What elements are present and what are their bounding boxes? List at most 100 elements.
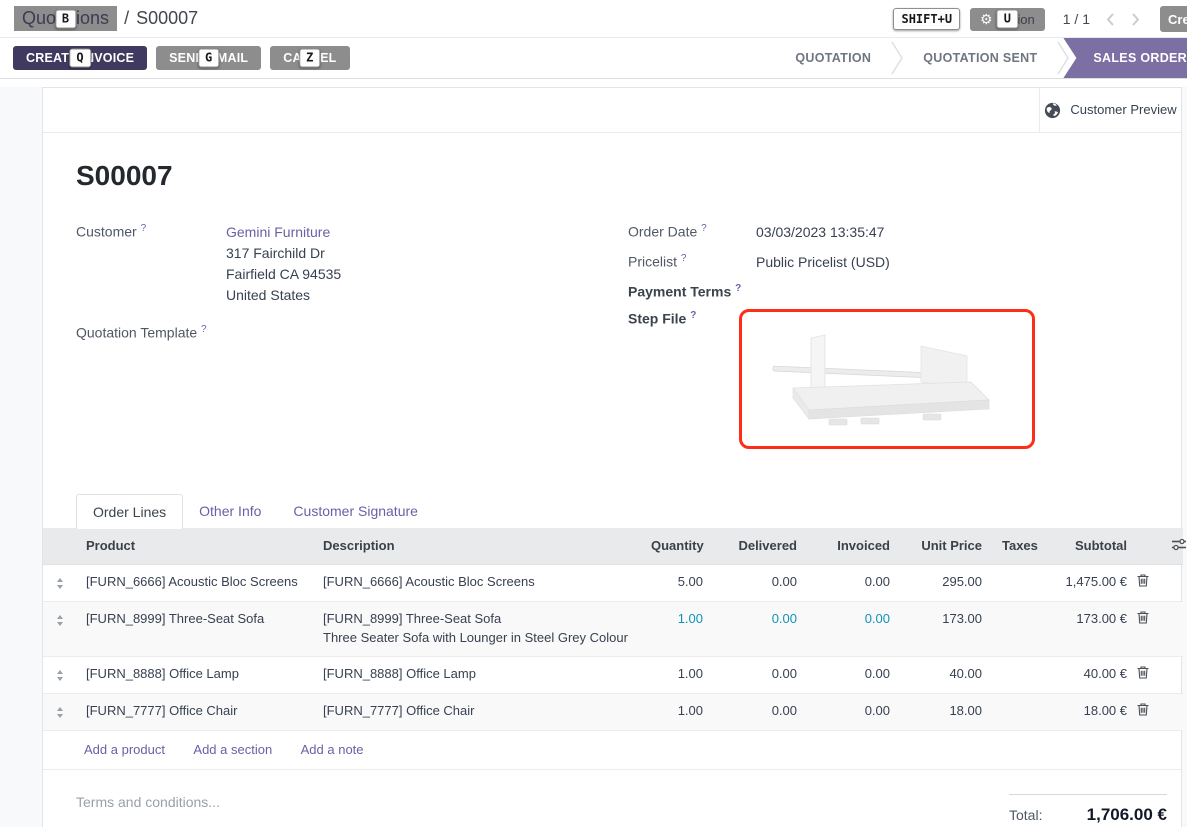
cell-product[interactable]: [FURN_8999] Three-Seat Sofa — [76, 601, 313, 656]
table-header-row: Product Description Quantity Delivered I… — [43, 528, 1183, 565]
cell-description[interactable]: [FURN_8999] Three-Seat Sofa Three Seater… — [313, 601, 641, 656]
help-icon: ? — [701, 223, 707, 234]
cell-product[interactable]: [FURN_6666] Acoustic Bloc Screens — [76, 564, 313, 601]
drag-handle-icon[interactable] — [43, 693, 76, 730]
button-box: Customer Preview — [43, 88, 1181, 133]
cell-invoiced[interactable]: 0.00 — [807, 601, 900, 656]
cancel-button[interactable]: CANCEL Z — [270, 46, 349, 70]
cell-description[interactable]: [FURN_7777] Office Chair — [313, 693, 641, 730]
cell-delivered[interactable]: 0.00 — [713, 601, 807, 656]
order-line-row[interactable]: [FURN_7777] Office Chair [FURN_7777] Off… — [43, 693, 1183, 730]
column-header-taxes[interactable]: Taxes — [992, 528, 1047, 565]
delete-line-button[interactable] — [1137, 693, 1161, 730]
status-step-quotation[interactable]: QUOTATION — [777, 38, 889, 78]
cell-taxes[interactable] — [992, 564, 1047, 601]
add-section-link[interactable]: Add a section — [193, 742, 272, 757]
drag-handle-icon[interactable] — [43, 601, 76, 656]
tab-customer-signature[interactable]: Customer Signature — [277, 494, 434, 528]
customer-field-row: Customer ? Gemini Furniture 317 Fairchil… — [76, 222, 628, 306]
cell-quantity[interactable]: 1.00 — [641, 693, 713, 730]
pager-next-icon[interactable] — [1131, 12, 1140, 27]
create-button[interactable]: Create — [1160, 6, 1187, 32]
status-step-sales-order[interactable]: SALES ORDER — [1063, 38, 1187, 78]
column-header-unit-price[interactable]: Unit Price — [900, 528, 992, 565]
cell-quantity[interactable]: 1.00 — [641, 656, 713, 693]
add-note-link[interactable]: Add a note — [301, 742, 364, 757]
cell-invoiced[interactable]: 0.00 — [807, 693, 900, 730]
keyboard-hint-send-email: G — [198, 49, 219, 68]
statusbar: QUOTATION QUOTATION SENT SALES ORDER — [777, 38, 1187, 78]
cell-quantity[interactable]: 5.00 — [641, 564, 713, 601]
pricelist-field-row: Pricelist ? Public Pricelist (USD) — [628, 252, 1148, 273]
column-header-quantity[interactable]: Quantity — [641, 528, 713, 565]
column-header-invoiced[interactable]: Invoiced — [807, 528, 900, 565]
cell-invoiced[interactable]: 0.00 — [807, 564, 900, 601]
cell-unit-price[interactable]: 40.00 — [900, 656, 992, 693]
order-line-row[interactable]: [FURN_8888] Office Lamp [FURN_8888] Offi… — [43, 656, 1183, 693]
cell-unit-price[interactable]: 173.00 — [900, 601, 992, 656]
help-icon: ? — [201, 324, 207, 335]
status-step-quotation-sent[interactable]: QUOTATION SENT — [905, 38, 1055, 78]
cell-quantity[interactable]: 1.00 — [641, 601, 713, 656]
keyboard-hint-cancel: Z — [299, 49, 320, 68]
breadcrumb-quotations-link[interactable]: Quotations B — [14, 6, 117, 31]
handle-column-header — [43, 528, 76, 565]
action-menu-button[interactable]: ⚙ Action U — [970, 8, 1045, 31]
help-icon: ? — [735, 283, 741, 294]
cell-delivered[interactable]: 0.00 — [713, 564, 807, 601]
column-header-delivered[interactable]: Delivered — [713, 528, 807, 565]
breadcrumb-separator: / — [124, 8, 129, 29]
create-button-label: Create — [1168, 12, 1187, 27]
customer-address-line: United States — [226, 285, 341, 306]
keyboard-hint-action: U — [997, 10, 1018, 29]
step-file-preview — [739, 309, 1035, 449]
order-line-row[interactable]: [FURN_6666] Acoustic Bloc Screens [FURN_… — [43, 564, 1183, 601]
customer-link[interactable]: Gemini Furniture — [226, 224, 330, 240]
delete-line-button[interactable] — [1137, 564, 1161, 601]
payment-terms-field-label: Payment Terms ? — [628, 282, 756, 300]
create-invoice-button[interactable]: CREATE INVOICE Q — [13, 46, 147, 70]
cell-invoiced[interactable]: 0.00 — [807, 656, 900, 693]
delete-line-button[interactable] — [1137, 601, 1161, 656]
cell-taxes[interactable] — [992, 601, 1047, 656]
column-header-description[interactable]: Description — [313, 528, 641, 565]
tab-order-lines[interactable]: Order Lines — [76, 494, 183, 529]
cell-product[interactable]: [FURN_7777] Office Chair — [76, 693, 313, 730]
cell-delivered[interactable]: 0.00 — [713, 656, 807, 693]
delete-line-button[interactable] — [1137, 656, 1161, 693]
cell-delivered[interactable]: 0.00 — [713, 693, 807, 730]
terms-and-conditions-field[interactable]: Terms and conditions... — [76, 794, 220, 825]
drag-handle-icon[interactable] — [43, 656, 76, 693]
cell-description[interactable]: [FURN_6666] Acoustic Bloc Screens — [313, 564, 641, 601]
globe-icon — [1044, 102, 1061, 119]
pager-previous-icon[interactable] — [1106, 12, 1115, 27]
trash-icon — [1137, 574, 1149, 587]
order-date-value[interactable]: 03/03/2023 13:35:47 — [756, 222, 884, 243]
tab-other-info[interactable]: Other Info — [183, 494, 277, 528]
gear-icon: ⚙ — [980, 12, 993, 26]
cell-subtotal: 1,475.00 € — [1047, 564, 1137, 601]
customer-preview-button[interactable]: Customer Preview — [1039, 88, 1181, 132]
order-line-row[interactable]: [FURN_8999] Three-Seat Sofa [FURN_8999] … — [43, 601, 1183, 656]
add-product-link[interactable]: Add a product — [84, 742, 165, 757]
cell-product[interactable]: [FURN_8888] Office Lamp — [76, 656, 313, 693]
optional-columns-toggle[interactable] — [1161, 528, 1183, 565]
step-file-field-row: Step File ? — [628, 309, 1148, 449]
payment-terms-field-row: Payment Terms ? — [628, 282, 1148, 300]
pager-counter: 1 / 1 — [1063, 11, 1090, 27]
column-header-subtotal[interactable]: Subtotal — [1047, 528, 1137, 565]
customer-address-line: Fairfield CA 94535 — [226, 264, 341, 285]
cell-taxes[interactable] — [992, 693, 1047, 730]
column-header-product[interactable]: Product — [76, 528, 313, 565]
description-line-2: Three Seater Sofa with Lounger in Steel … — [323, 628, 631, 647]
trash-icon — [1137, 666, 1149, 679]
cell-unit-price[interactable]: 295.00 — [900, 564, 992, 601]
cell-taxes[interactable] — [992, 656, 1047, 693]
drag-handle-icon[interactable] — [43, 564, 76, 601]
cell-unit-price[interactable]: 18.00 — [900, 693, 992, 730]
help-icon: ? — [690, 310, 696, 321]
cell-description[interactable]: [FURN_8888] Office Lamp — [313, 656, 641, 693]
send-email-button[interactable]: SEND EMAIL G — [156, 46, 261, 70]
quotation-template-field-label: Quotation Template ? — [76, 323, 226, 341]
pricelist-value[interactable]: Public Pricelist (USD) — [756, 252, 890, 273]
